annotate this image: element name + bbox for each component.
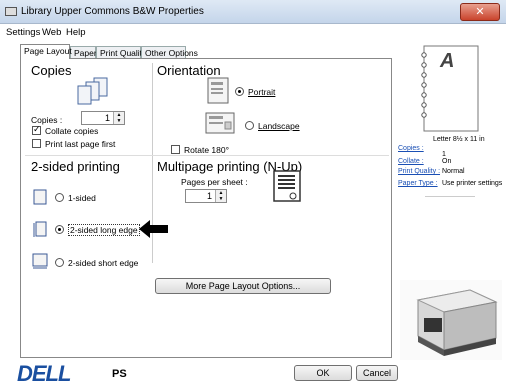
summary-paper-type-value: Use printer settings [442,180,503,187]
title-bar: Library Upper Commons B&W Properties ✕ [0,0,506,24]
print-last-first-label: Print last page first [45,139,116,149]
pages-per-sheet-label: Pages per sheet : [181,177,248,187]
two-sided-title: 2-sided printing [31,159,120,174]
nup-page-icon [273,170,301,202]
ps-label: PS [112,368,127,380]
printer-icon [5,7,17,16]
menu-web[interactable]: Web [42,27,61,38]
rotate-180-checkbox[interactable] [171,145,180,154]
close-button[interactable]: ✕ [460,3,500,21]
printer-image [400,280,502,360]
tab-page-layout[interactable]: Page Layout [20,44,72,59]
copies-spinner[interactable]: 1 ▲ ▼ [81,111,125,125]
spinner-arrows-icon[interactable]: ▲ ▼ [215,190,226,202]
cancel-button[interactable]: Cancel [356,365,398,381]
summary-quality-value: Normal [442,168,465,175]
divider [25,155,389,156]
pages-per-sheet-spinner[interactable]: 1 ▲ ▼ [185,189,227,203]
portrait-label: Portrait [248,87,276,97]
collate-label: Collate copies [45,126,99,136]
portrait-icon [207,77,229,104]
short-edge-icon [32,253,48,269]
pages-per-sheet-value: 1 [206,191,212,201]
summary-copies-value: 1 [442,151,446,158]
portrait-radio[interactable] [235,87,244,96]
preview-letter: A [440,50,455,72]
long-edge-label: 2-sided long edge [68,224,140,236]
page-layout-panel: Copies Copies : 1 ▲▼ Collate copies Prin… [20,58,392,358]
paper-size-text: Letter 8½ x 11 in [433,136,485,143]
landscape-label: Landscape [258,121,300,131]
one-sided-icon [33,189,47,205]
long-edge-icon [33,221,47,237]
arrow-left-icon [139,220,168,238]
orientation-title: Orientation [157,63,221,78]
copies-stack-icon [77,77,108,105]
short-edge-label: 2-sided short edge [68,258,139,268]
landscape-radio[interactable] [245,121,254,130]
summary-collate-value: On [442,158,452,165]
print-last-first-checkbox[interactable] [32,139,41,148]
summary-paper-type-link[interactable]: Paper Type : [398,180,438,187]
ok-button[interactable]: OK [294,365,352,381]
tab-print-quality[interactable]: Print Quality [96,46,146,58]
tab-paper[interactable]: Paper [70,46,97,58]
landscape-icon [205,112,235,134]
spinner-arrows-icon[interactable]: ▲ ▼ [113,112,124,124]
window-title: Library Upper Commons B&W Properties [21,6,204,17]
one-sided-label: 1-sided [68,193,96,203]
one-sided-radio[interactable] [55,193,64,202]
more-layout-options-button[interactable]: More Page Layout Options... [155,278,331,294]
copies-value: 1 [104,113,110,123]
tab-other-options[interactable]: Other Options [141,46,198,58]
footer-bar: DELL PS OK Cancel [0,360,506,384]
menu-settings[interactable]: Settings [6,27,40,38]
summary-quality-link[interactable]: Print Quality : [398,168,440,175]
divider [425,196,475,197]
collate-checkbox[interactable] [32,124,41,135]
dell-logo: DELL [17,361,71,384]
menu-bar: Settings Web Help [0,25,506,40]
long-edge-radio[interactable] [55,225,64,234]
summary-copies-link[interactable]: Copies : [398,145,424,152]
rotate-180-label: Rotate 180° [184,145,229,155]
short-edge-radio[interactable] [55,258,64,267]
menu-help[interactable]: Help [66,27,86,38]
summary-collate-link[interactable]: Collate : [398,158,424,165]
copies-title: Copies [31,63,72,78]
summary-panel: A Letter 8½ x 11 in Copies : 1 Collate :… [395,40,506,360]
